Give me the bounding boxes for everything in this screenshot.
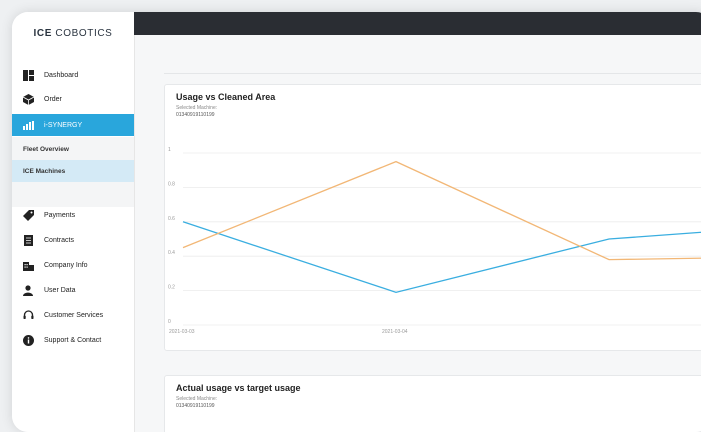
sidebar-item-company-info[interactable]: Company Info: [12, 254, 134, 276]
series-line: [182, 221, 701, 293]
content-divider: [164, 73, 701, 74]
y-tick-label: 0.2: [168, 285, 175, 291]
sidebar: ICE COBOTICS Dashboard Order i-SYNERGY F…: [12, 12, 135, 432]
sidebar-item-label: i-SYNERGY: [44, 121, 83, 129]
sidebar-subitem-ice-machines[interactable]: ICE Machines: [12, 160, 134, 182]
series-line: [182, 160, 701, 261]
building-icon: [22, 259, 34, 271]
sidebar-item-label: Payments: [44, 211, 76, 219]
sidebar-subitem-fleet-overview[interactable]: Fleet Overview: [12, 138, 134, 160]
top-bar: [134, 12, 701, 35]
subitem-label: Fleet Overview: [23, 145, 69, 153]
card-title: Actual usage vs target usage: [176, 383, 301, 393]
bar-chart-icon: [22, 119, 34, 131]
sidebar-item-label: Customer Services: [44, 311, 104, 319]
sidebar-item-label: User Data: [44, 286, 76, 294]
app-window: ICE COBOTICS Dashboard Order i-SYNERGY F…: [12, 12, 701, 432]
sidebar-item-dashboard[interactable]: Dashboard: [12, 64, 134, 86]
sidebar-item-order[interactable]: Order: [12, 88, 134, 110]
x-tick-label: 2021-03-04: [382, 329, 408, 335]
selected-machine-id: 01340919110199: [176, 403, 215, 409]
brand-logo[interactable]: ICE COBOTICS: [12, 28, 134, 39]
y-tick-label: 0: [168, 319, 171, 325]
box-icon: [22, 93, 34, 105]
sidebar-item-payments[interactable]: Payments: [12, 204, 134, 226]
user-icon: [22, 284, 34, 296]
subitem-label: ICE Machines: [23, 167, 66, 175]
sidebar-item-contracts[interactable]: Contracts: [12, 229, 134, 251]
sidebar-item-i-synergy[interactable]: i-SYNERGY: [12, 114, 134, 136]
x-tick-label: 2021-03-03: [169, 329, 195, 335]
sidebar-item-label: Contracts: [44, 236, 74, 244]
line-chart: 00.20.40.60.812021-03-032021-03-042021-0…: [168, 147, 701, 335]
dashboard-icon: [22, 69, 34, 81]
y-tick-label: 0.4: [168, 250, 175, 256]
y-tick-label: 0.8: [168, 181, 175, 187]
document-icon: [22, 234, 34, 246]
sidebar-item-label: Company Info: [44, 261, 88, 269]
sidebar-item-label: Support & Contact: [44, 336, 102, 344]
sidebar-item-label: Dashboard: [44, 71, 79, 79]
sidebar-item-label: Order: [44, 95, 62, 103]
sidebar-item-user-data[interactable]: User Data: [12, 279, 134, 301]
y-tick-label: 1: [168, 147, 171, 153]
usage-chart-card: Usage vs Cleaned Area Selected Machine: …: [164, 84, 701, 351]
logo-bold: ICE: [33, 28, 53, 39]
target-usage-card: Actual usage vs target usage Selected Ma…: [164, 375, 701, 432]
headset-icon: [22, 309, 34, 321]
sidebar-item-support-contact[interactable]: Support & Contact: [12, 329, 134, 351]
tag-icon: [22, 209, 34, 221]
info-icon: [22, 334, 34, 346]
logo-rest: COBOTICS: [52, 28, 113, 39]
selected-machine-label: Selected Machine:: [176, 396, 218, 402]
sidebar-item-customer-services[interactable]: Customer Services: [12, 304, 134, 326]
y-tick-label: 0.6: [168, 216, 175, 222]
